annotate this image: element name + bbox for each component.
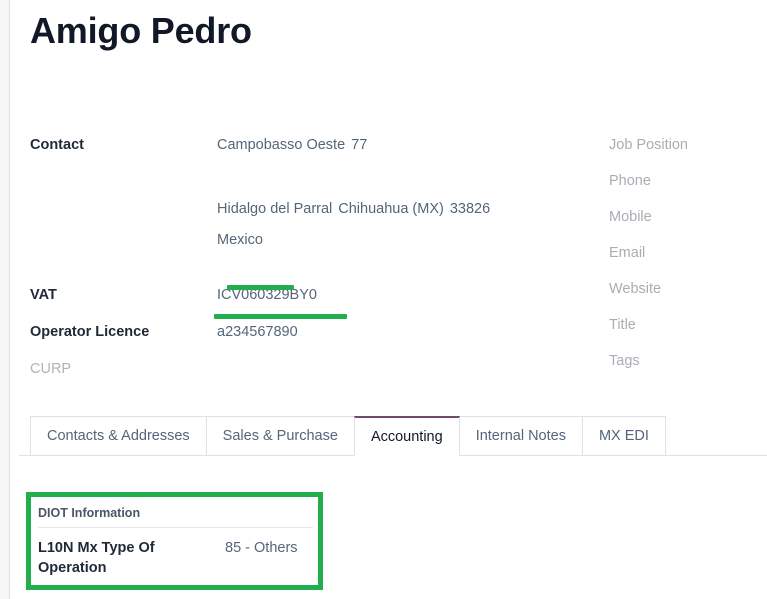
record-sheet: Amigo Pedro Contact Campobasso Oeste 77 H… — [11, 0, 767, 599]
notebook: Contacts & Addresses Sales & Purchase Ac… — [11, 416, 767, 456]
address-zip[interactable]: 33826 — [450, 201, 490, 217]
page-title: Amigo Pedro — [30, 10, 252, 51]
address-block[interactable]: Campobasso Oeste 77 Hidalgo del Parral Chi… — [217, 135, 597, 250]
field-label-job-position[interactable]: Job Position — [609, 135, 767, 171]
field-label-vat: VAT — [30, 287, 57, 303]
field-operator-licence: Operator Licence a234567890 — [11, 322, 601, 359]
tab-sales-purchase[interactable]: Sales & Purchase — [205, 416, 354, 456]
form-column-left: Contact Campobasso Oeste 77 Hidalgo del P… — [11, 135, 601, 396]
field-label-mobile[interactable]: Mobile — [609, 207, 767, 243]
field-value-operator-licence[interactable]: a234567890 — [217, 322, 298, 342]
tab-contacts-addresses[interactable]: Contacts & Addresses — [30, 416, 206, 456]
address-city[interactable]: Hidalgo del Parral — [217, 201, 332, 217]
field-label-operator-licence: Operator Licence — [30, 324, 150, 340]
field-label-tags[interactable]: Tags — [609, 351, 767, 387]
highlight-underline-country — [227, 285, 294, 290]
address-country[interactable]: Mexico — [217, 232, 263, 248]
form-column-right: Job Position Phone Mobile Email Website … — [609, 135, 767, 387]
field-curp: CURP — [11, 359, 601, 396]
field-label-website[interactable]: Website — [609, 279, 767, 315]
highlight-box-diot-information — [26, 492, 323, 590]
field-contact: Contact Campobasso Oeste 77 Hidalgo del P… — [11, 135, 601, 285]
tab-accounting[interactable]: Accounting — [353, 416, 460, 456]
left-gutter — [0, 0, 10, 599]
tab-mx-edi[interactable]: MX EDI — [581, 416, 666, 456]
highlight-underline-vat — [214, 314, 347, 319]
field-label-email[interactable]: Email — [609, 243, 767, 279]
address-city-line[interactable]: Hidalgo del Parral Chihuahua (MX) 33826 — [217, 199, 597, 219]
address-street[interactable]: Campobasso Oeste — [217, 137, 345, 153]
address-state[interactable]: Chihuahua (MX) — [338, 201, 444, 217]
tab-internal-notes[interactable]: Internal Notes — [458, 416, 582, 456]
address-country-line[interactable]: Mexico — [217, 230, 597, 250]
field-label-contact: Contact — [30, 137, 84, 153]
field-label-title[interactable]: Title — [609, 315, 767, 351]
field-label-curp: CURP — [30, 361, 72, 377]
address-street-number[interactable]: 77 — [351, 137, 367, 153]
tab-strip: Contacts & Addresses Sales & Purchase Ac… — [11, 416, 767, 456]
address-street-line[interactable]: Campobasso Oeste 77 — [217, 135, 597, 155]
field-label-phone[interactable]: Phone — [609, 171, 767, 207]
